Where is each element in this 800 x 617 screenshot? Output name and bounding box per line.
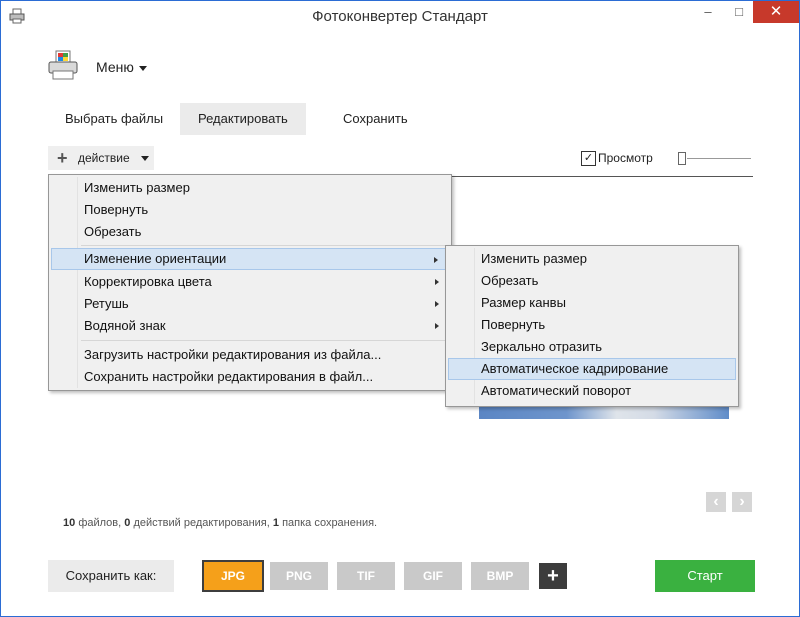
menu-item-crop[interactable]: Обрезать [51,221,449,243]
format-tif-button[interactable]: TIF [337,562,395,590]
files-count: 10 [63,517,76,529]
format-bmp-button[interactable]: BMP [471,562,529,590]
menu-item-watermark[interactable]: Водяной знак [51,315,449,337]
actions-count: 0 [124,517,131,529]
chevron-down-icon [138,65,147,71]
chevron-down-icon [141,156,149,161]
chevron-right-icon [435,323,439,329]
add-format-button[interactable]: + [539,563,567,589]
submenu-item-mirror[interactable]: Зеркально отразить [448,336,736,358]
zoom-slider-track[interactable] [687,158,751,159]
next-page-button[interactable]: › [732,492,752,512]
submenu-item-resize[interactable]: Изменить размер [448,248,736,270]
action-label: действие [78,151,130,165]
orientation-submenu: Изменить размер Обрезать Размер канвы По… [445,245,739,407]
menu-item-save-settings[interactable]: Сохранить настройки редактирования в фай… [51,366,449,388]
menu-separator [81,340,447,341]
chevron-right-icon [435,279,439,285]
menu-item-rotate[interactable]: Повернуть [51,199,449,221]
chevron-right-icon [435,301,439,307]
window-title: Фотоконвертер Стандарт [312,8,488,25]
action-button[interactable]: + действие [48,146,154,170]
folders-text: папка сохранения. [282,517,378,529]
menu-item-color-correction[interactable]: Корректировка цвета [51,271,449,293]
folders-count: 1 [272,517,279,529]
zoom-slider-thumb[interactable] [678,152,686,165]
main-menu-button[interactable]: Меню [96,59,147,75]
title-bar: Фотоконвертер Стандарт – □ ✕ [1,1,799,31]
format-gif-button[interactable]: GIF [404,562,462,590]
start-button[interactable]: Старт [655,560,755,592]
tab-save[interactable]: Сохранить [325,103,426,135]
chevron-right-icon [434,257,438,263]
prev-page-button[interactable]: ‹ [706,492,726,512]
format-jpg-button[interactable]: JPG [202,560,264,592]
submenu-item-canvas-size[interactable]: Размер канвы [448,292,736,314]
action-menu: Изменить размер Повернуть Обрезать Измен… [48,174,452,391]
submenu-item-auto-crop[interactable]: Автоматическое кадрирование [448,358,736,380]
menu-item-retouch-label: Ретушь [84,296,129,311]
tab-select-files[interactable]: Выбрать файлы [47,103,181,135]
status-line: 10 файлов, 0 действий редактирования, 1 … [63,517,377,529]
minimize-button[interactable]: – [695,1,721,23]
menu-item-color-label: Корректировка цвета [84,274,212,289]
submenu-item-auto-rotate[interactable]: Автоматический поворот [448,380,736,402]
maximize-button[interactable]: □ [726,1,752,23]
menu-item-orientation-label: Изменение ориентации [84,251,227,266]
files-text: файлов, [78,517,122,529]
menu-separator [81,245,447,246]
menu-item-load-settings[interactable]: Загрузить настройки редактирования из фа… [51,344,449,366]
menu-item-watermark-label: Водяной знак [84,318,166,333]
submenu-item-crop[interactable]: Обрезать [448,270,736,292]
menu-item-resize[interactable]: Изменить размер [51,177,449,199]
preview-checkbox[interactable]: ✓ [581,151,596,166]
main-menu-label: Меню [96,59,134,75]
actions-text: действий редактирования, [133,517,270,529]
format-png-button[interactable]: PNG [270,562,328,590]
save-as-label: Сохранить как: [48,560,174,592]
submenu-item-rotate[interactable]: Повернуть [448,314,736,336]
menu-item-orientation[interactable]: Изменение ориентации [51,248,449,270]
preview-divider [449,176,753,177]
tab-edit[interactable]: Редактировать [180,103,306,135]
printer-photo-icon [48,50,78,80]
close-button[interactable]: ✕ [753,1,799,23]
preview-label: Просмотр [598,151,653,165]
plus-icon: + [57,148,68,168]
app-window: Фотоконвертер Стандарт – □ ✕ Меню Выбрат… [0,0,800,617]
menu-item-retouch[interactable]: Ретушь [51,293,449,315]
